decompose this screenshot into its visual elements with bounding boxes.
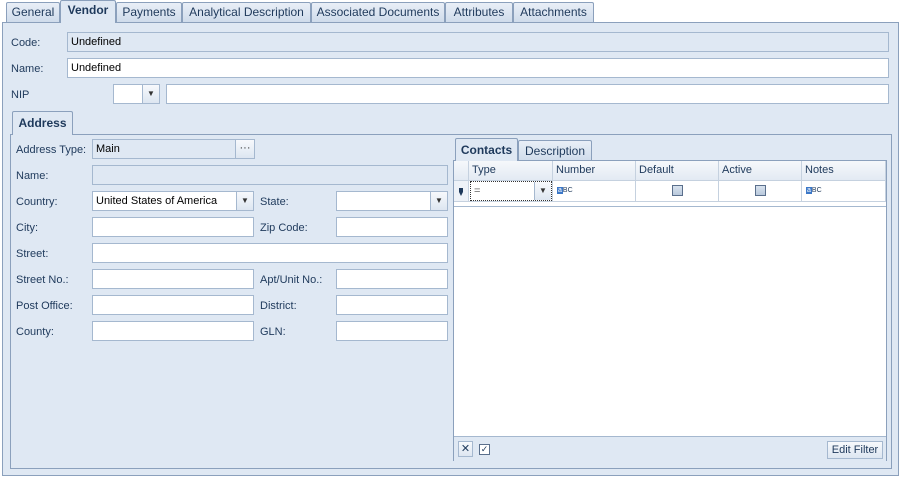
country-value: United States of America [96, 195, 218, 207]
column-header-number[interactable]: Number [553, 161, 636, 181]
contacts-grid[interactable]: Type Number Default Active Notes = ▼ aBC… [453, 160, 887, 461]
name-field[interactable]: Undefined [67, 58, 889, 78]
tab-contacts[interactable]: Contacts [455, 138, 518, 161]
type-value: = [474, 185, 481, 197]
nip-prefix-dropdown[interactable]: ▼ [113, 84, 160, 104]
column-header-active[interactable]: Active [719, 161, 802, 181]
chevron-down-icon[interactable]: ▼ [142, 85, 159, 103]
tab-payments[interactable]: Payments [116, 2, 182, 22]
pencil-icon [458, 186, 464, 196]
new-row-default-cell[interactable] [636, 181, 719, 202]
new-row-active-cell[interactable] [719, 181, 802, 202]
checkmark-icon[interactable]: ✓ [479, 444, 490, 455]
close-icon[interactable]: ✕ [458, 441, 473, 457]
street-no-label: Street No.: [16, 274, 69, 286]
name-label: Name: [11, 63, 44, 75]
active-checkbox[interactable] [755, 185, 766, 196]
address-type-label: Address Type: [16, 144, 87, 156]
county-field[interactable] [92, 321, 254, 341]
tab-associated-documents[interactable]: Associated Documents [311, 2, 445, 22]
tab-general[interactable]: General [6, 2, 60, 22]
nip-field[interactable] [166, 84, 889, 104]
address-type-value: Main [96, 143, 120, 155]
edit-filter-button[interactable]: Edit Filter [827, 441, 883, 459]
column-header-notes[interactable]: Notes [802, 161, 886, 181]
ellipsis-button[interactable]: ··· [235, 140, 254, 158]
apt-unit-label: Apt/Unit No.: [260, 274, 323, 286]
state-label: State: [260, 196, 289, 208]
default-checkbox[interactable] [672, 185, 683, 196]
column-header-default[interactable]: Default [636, 161, 719, 181]
tab-attributes[interactable]: Attributes [445, 2, 513, 22]
post-office-label: Post Office: [16, 300, 73, 312]
county-label: County: [16, 326, 54, 338]
new-row-number-cell[interactable]: aBC [553, 181, 636, 202]
filter-bar: ✕ ✓ Edit Filter [454, 436, 886, 461]
country-dropdown[interactable]: United States of America ▼ [92, 191, 254, 211]
code-field[interactable]: Undefined [67, 32, 889, 52]
street-field[interactable] [92, 243, 448, 263]
tab-description[interactable]: Description [518, 140, 592, 161]
chevron-down-icon[interactable]: ▼ [236, 192, 253, 210]
address-name-label: Name: [16, 170, 49, 182]
city-label: City: [16, 222, 38, 234]
address-name-field[interactable] [92, 165, 448, 185]
apt-unit-field[interactable] [336, 269, 448, 289]
post-office-field[interactable] [92, 295, 254, 315]
new-row-type-cell[interactable]: = ▼ [469, 181, 553, 202]
row-indicator-header [454, 161, 469, 181]
chevron-down-icon[interactable]: ▼ [534, 182, 551, 200]
new-row-indicator [454, 181, 469, 202]
zip-code-label: Zip Code: [260, 222, 308, 234]
district-field[interactable] [336, 295, 448, 315]
street-label: Street: [16, 248, 49, 260]
nip-label: NIP [11, 89, 30, 101]
tab-analytical-description[interactable]: Analytical Description [182, 2, 311, 22]
zip-code-field[interactable] [336, 217, 448, 237]
city-field[interactable] [92, 217, 254, 237]
type-dropdown[interactable]: = ▼ [470, 181, 552, 201]
tab-vendor[interactable]: Vendor [60, 0, 116, 23]
address-type-field[interactable]: Main ··· [92, 139, 255, 159]
gln-field[interactable] [336, 321, 448, 341]
grid-separator [454, 206, 886, 207]
column-header-type[interactable]: Type [469, 161, 553, 181]
district-label: District: [260, 300, 297, 312]
chevron-down-icon[interactable]: ▼ [430, 192, 447, 210]
code-label: Code: [11, 37, 41, 49]
tab-address[interactable]: Address [12, 111, 73, 135]
street-no-field[interactable] [92, 269, 254, 289]
new-row-notes-cell[interactable]: aBC [802, 181, 886, 202]
abc-icon: aBC [557, 187, 573, 194]
state-dropdown[interactable]: ▼ [336, 191, 448, 211]
abc-icon: aBC [806, 187, 822, 194]
country-label: Country: [16, 196, 58, 208]
gln-label: GLN: [260, 326, 286, 338]
tab-attachments[interactable]: Attachments [513, 2, 594, 22]
